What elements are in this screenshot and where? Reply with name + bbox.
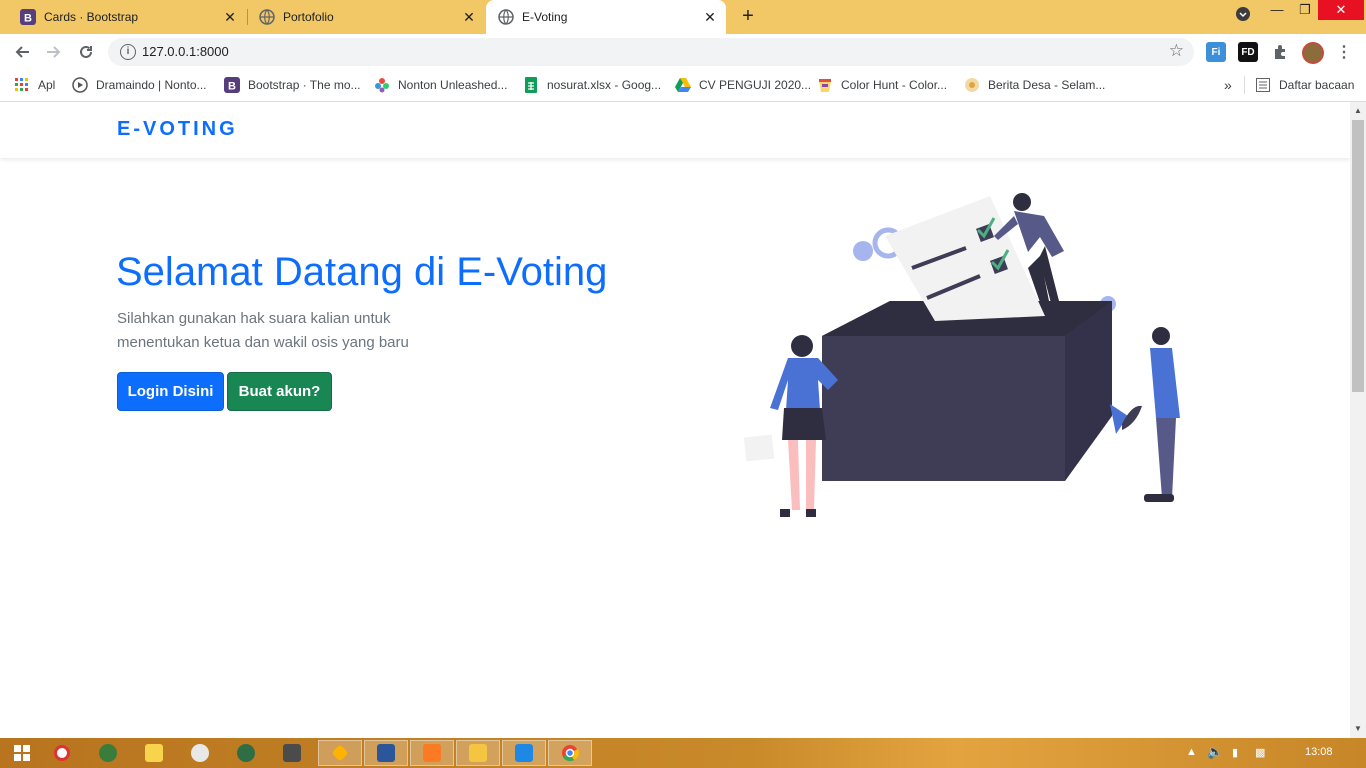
- bookmark-label: Bootstrap · The mo...: [248, 78, 361, 92]
- reading-list-icon: [1255, 77, 1271, 93]
- minimize-icon[interactable]: —: [1262, 0, 1292, 20]
- tab-title: Cards · Bootstrap: [44, 10, 139, 24]
- scroll-down-arrow-icon[interactable]: ▼: [1350, 722, 1366, 736]
- taskbar-xampp-icon[interactable]: [410, 740, 454, 766]
- profile-avatar[interactable]: [1302, 42, 1324, 64]
- tab-close-icon[interactable]: ✕: [220, 9, 240, 26]
- forward-arrow-icon[interactable]: [42, 40, 66, 64]
- url-text[interactable]: 127.0.0.1:8000: [142, 44, 229, 59]
- taskbar-opera-icon[interactable]: [40, 740, 84, 766]
- bookmark-bootstrap[interactable]: B Bootstrap · The mo...: [224, 76, 361, 94]
- extensions-puzzle-icon[interactable]: [1270, 42, 1290, 62]
- tab-close-icon[interactable]: ✕: [459, 9, 479, 26]
- play-circle-icon: [72, 77, 88, 93]
- bookmarks-bar: Apl Dramaindo | Nonto... B Bootstrap · T…: [0, 70, 1366, 102]
- taskbar-chrome-icon[interactable]: [548, 740, 592, 766]
- bootstrap-icon: B: [20, 9, 36, 25]
- hero-title: Selamat Datang di E-Voting: [116, 250, 608, 294]
- apps-grid-icon: [14, 77, 30, 93]
- extension-fi-icon[interactable]: Fi: [1206, 42, 1226, 62]
- address-bar[interactable]: i 127.0.0.1:8000 ☆: [108, 38, 1194, 66]
- volume-icon[interactable]: 🔈: [1207, 744, 1223, 760]
- bookmark-label: Apl: [38, 78, 56, 92]
- tab-search-icon[interactable]: [1228, 7, 1258, 27]
- voting-illustration: [743, 193, 1180, 517]
- taskbar-sketch-icon[interactable]: [318, 740, 362, 766]
- tray-chevron-icon[interactable]: ▲: [1186, 746, 1197, 758]
- browser-titlebar: B Cards · Bootstrap ✕ Portofolio ✕ E-Vot…: [0, 0, 1366, 34]
- flower-icon: [374, 77, 390, 93]
- tab-e-voting[interactable]: E-Voting ✕: [486, 0, 726, 34]
- page-scrollbar[interactable]: ▲ ▼: [1350, 102, 1366, 738]
- reload-icon[interactable]: [74, 40, 98, 64]
- menu-kebab-icon[interactable]: ⋮: [1334, 42, 1354, 62]
- window-close-icon[interactable]: ✕: [1318, 0, 1364, 20]
- bookmark-dramaindo[interactable]: Dramaindo | Nonto...: [72, 76, 207, 94]
- scroll-up-arrow-icon[interactable]: ▲: [1350, 104, 1366, 118]
- new-tab-button[interactable]: +: [737, 5, 759, 27]
- globe-icon: [498, 9, 514, 25]
- bookmark-cv-penguji[interactable]: CV PENGUJI 2020...: [675, 76, 811, 94]
- hero-description: Silahkan gunakan hak suara kalian untuk …: [117, 310, 409, 351]
- taskbar-files-icon[interactable]: [132, 740, 176, 766]
- bookmark-nonton[interactable]: Nonton Unleashed...: [374, 76, 507, 94]
- bootstrap-icon: B: [224, 77, 240, 93]
- windows-logo-icon: [14, 745, 30, 761]
- taskbar-explorer-icon[interactable]: [456, 740, 500, 766]
- news-icon: [964, 77, 980, 93]
- reading-list-button[interactable]: Daftar bacaan: [1255, 76, 1354, 94]
- bookmark-label: Nonton Unleashed...: [398, 78, 508, 92]
- site-brand[interactable]: E-VOTING: [117, 118, 238, 141]
- extension-fd-icon[interactable]: FD: [1238, 42, 1258, 62]
- taskbar-browser-icon[interactable]: [224, 740, 268, 766]
- more-bookmarks-chevron-icon[interactable]: »: [1224, 76, 1232, 94]
- bookmark-label: Dramaindo | Nonto...: [96, 78, 207, 92]
- tab-title: Portofolio: [283, 10, 334, 24]
- drive-icon: [675, 77, 691, 93]
- tab-close-icon[interactable]: ✕: [700, 9, 720, 26]
- globe-icon: [259, 9, 275, 25]
- start-button[interactable]: [0, 740, 44, 766]
- taskbar-vscode-icon[interactable]: [502, 740, 546, 766]
- svg-text:B: B: [228, 81, 236, 93]
- bookmark-label: Color Hunt - Color...: [841, 78, 948, 92]
- restore-icon[interactable]: ❐: [1290, 0, 1320, 20]
- tab-cards-bootstrap[interactable]: B Cards · Bootstrap ✕: [0, 0, 246, 34]
- bookmark-apps[interactable]: Apl: [14, 76, 55, 94]
- back-arrow-icon[interactable]: [10, 40, 34, 64]
- taskbar-globe-icon[interactable]: [86, 740, 130, 766]
- taskbar-sublime-icon[interactable]: [270, 740, 314, 766]
- bookmark-label: nosurat.xlsx - Goog...: [547, 78, 662, 92]
- taskbar-word-icon[interactable]: [364, 740, 408, 766]
- reading-list-label: Daftar bacaan: [1279, 78, 1355, 92]
- taskbar-clock[interactable]: 13:08: [1305, 746, 1333, 758]
- tab-portofolio[interactable]: Portofolio ✕: [239, 0, 485, 34]
- bookmark-divider: [1244, 76, 1245, 94]
- taskbar-paint-icon[interactable]: [178, 740, 222, 766]
- bookmark-berita-desa[interactable]: Berita Desa - Selam...: [964, 76, 1105, 94]
- login-button[interactable]: Login Disini: [117, 372, 224, 411]
- browser-toolbar: i 127.0.0.1:8000 ☆ Fi FD ⋮: [0, 34, 1366, 70]
- site-info-icon[interactable]: i: [120, 44, 136, 60]
- tab-title: E-Voting: [522, 10, 568, 24]
- scrollbar-thumb[interactable]: [1352, 120, 1364, 392]
- register-button[interactable]: Buat akun?: [227, 372, 332, 411]
- network-signal-icon[interactable]: ▩: [1255, 746, 1265, 759]
- svg-text:B: B: [24, 13, 32, 25]
- colorhunt-icon: [817, 77, 833, 93]
- bookmark-nosurat[interactable]: nosurat.xlsx - Goog...: [523, 76, 661, 94]
- bookmark-star-icon[interactable]: ☆: [1169, 41, 1184, 61]
- bookmark-color-hunt[interactable]: Color Hunt - Color...: [817, 76, 947, 94]
- windows-taskbar: ▲ 🔈 ▮ ▩ 13:08: [0, 738, 1366, 768]
- bookmark-label: Berita Desa - Selam...: [988, 78, 1106, 92]
- sheets-icon: [523, 77, 539, 93]
- bookmark-label: CV PENGUJI 2020...: [699, 78, 812, 92]
- site-navbar: E-VOTING: [0, 102, 1350, 158]
- web-page: E-VOTING Selamat Datang di E-Voting Sila…: [0, 102, 1350, 738]
- battery-icon[interactable]: ▮: [1232, 746, 1238, 759]
